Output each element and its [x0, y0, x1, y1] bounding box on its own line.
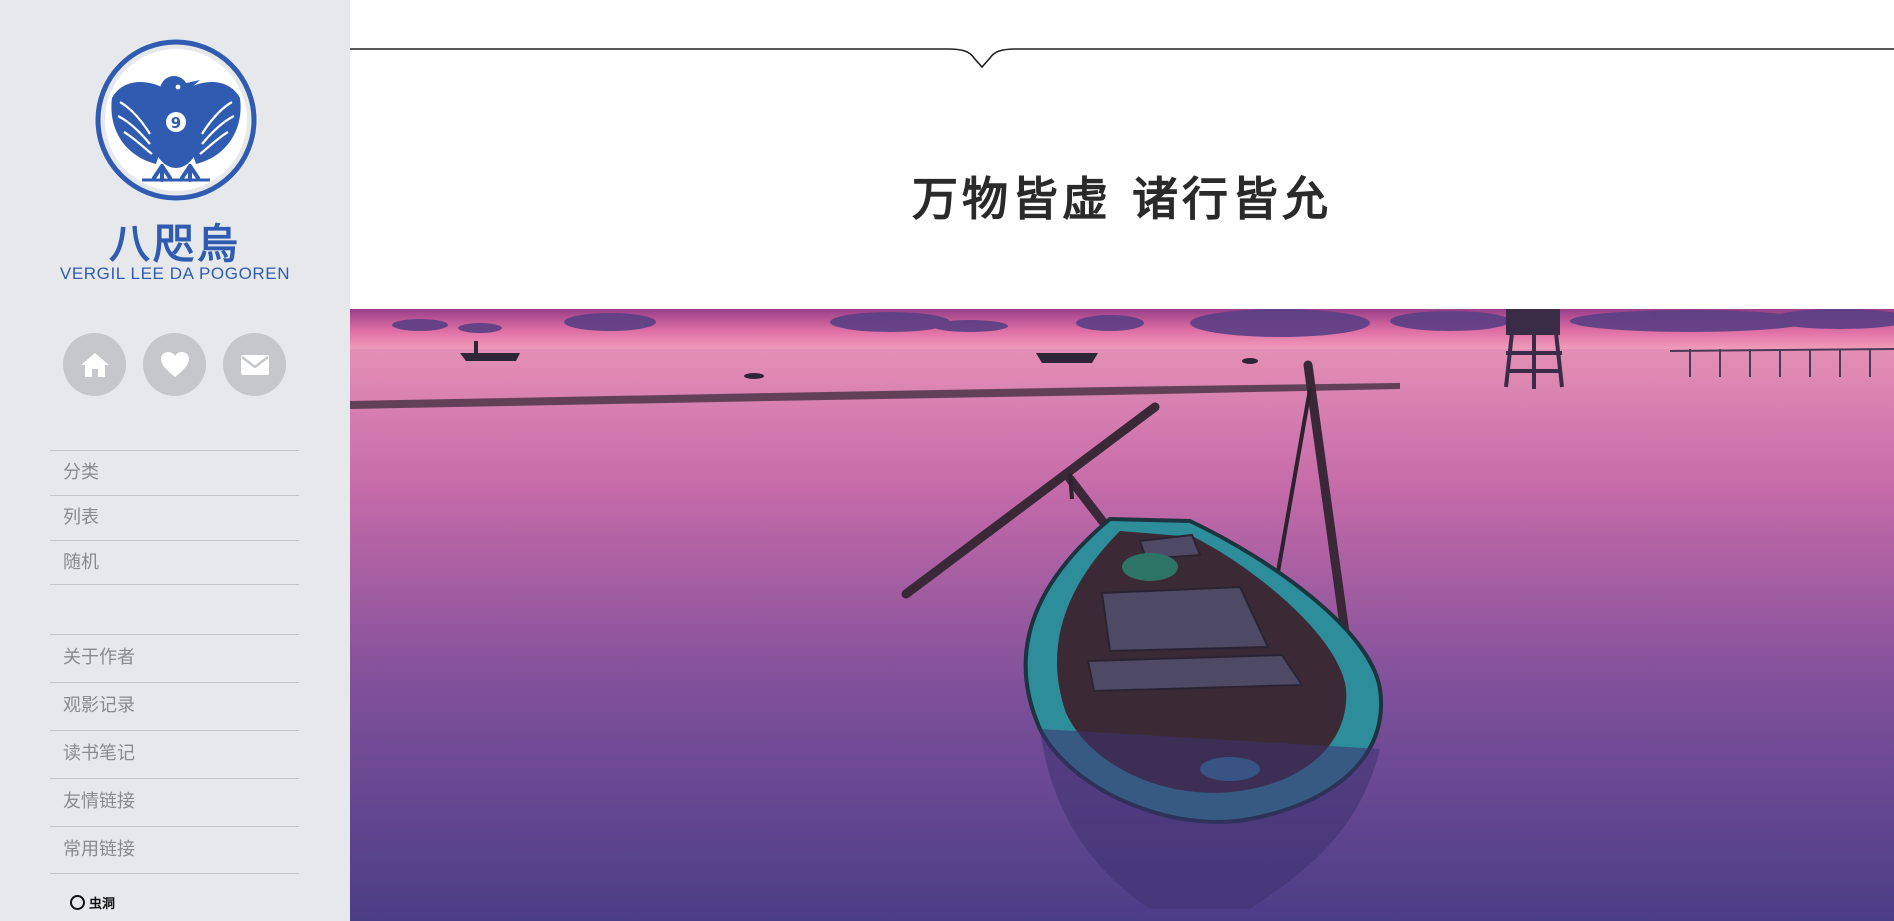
nav-item-friend-links[interactable]: 友情链接 — [50, 778, 299, 826]
mail-button[interactable] — [223, 333, 286, 396]
nav-item-random[interactable]: 随机 — [50, 540, 299, 585]
site-logo[interactable]: 9 八咫烏 VERGIL LEE DA POGOREN — [0, 0, 350, 300]
favorite-button[interactable] — [143, 333, 206, 396]
wormhole-link[interactable]: 虫洞 — [70, 893, 115, 912]
brand-name-cn: 八咫烏 — [109, 220, 241, 268]
brand-name-en: VERGIL LEE DA POGOREN — [59, 264, 291, 283]
sidebar: 9 八咫烏 VERGIL LEE DA POGOREN 分类 列表 随机 关于作… — [0, 0, 350, 921]
mail-icon — [240, 354, 269, 375]
svg-text:9: 9 — [171, 114, 181, 132]
main-content: 万物皆虚 诸行皆允 — [350, 0, 1894, 921]
secondary-nav: 关于作者 观影记录 读书笔记 友情链接 常用链接 — [50, 634, 299, 874]
home-icon — [80, 352, 109, 377]
ring-icon — [70, 895, 85, 910]
hero-image — [350, 309, 1894, 921]
home-button[interactable] — [63, 333, 126, 396]
nav-item-about-author[interactable]: 关于作者 — [50, 634, 299, 682]
site-motto: 万物皆虚 诸行皆允 — [911, 171, 1332, 226]
decorative-divider — [350, 48, 1894, 69]
nav-item-reading-notes[interactable]: 读书笔记 — [50, 730, 299, 778]
primary-nav: 分类 列表 随机 — [50, 450, 299, 585]
wormhole-label: 虫洞 — [89, 897, 116, 912]
crow-emblem-logo: 9 — [95, 39, 257, 201]
nav-item-common-links[interactable]: 常用链接 — [50, 826, 299, 874]
heart-icon — [160, 351, 189, 377]
nav-item-movie-log[interactable]: 观影记录 — [50, 682, 299, 730]
nav-item-categories[interactable]: 分类 — [50, 450, 299, 495]
social-links — [63, 333, 286, 396]
nav-item-list[interactable]: 列表 — [50, 495, 299, 540]
